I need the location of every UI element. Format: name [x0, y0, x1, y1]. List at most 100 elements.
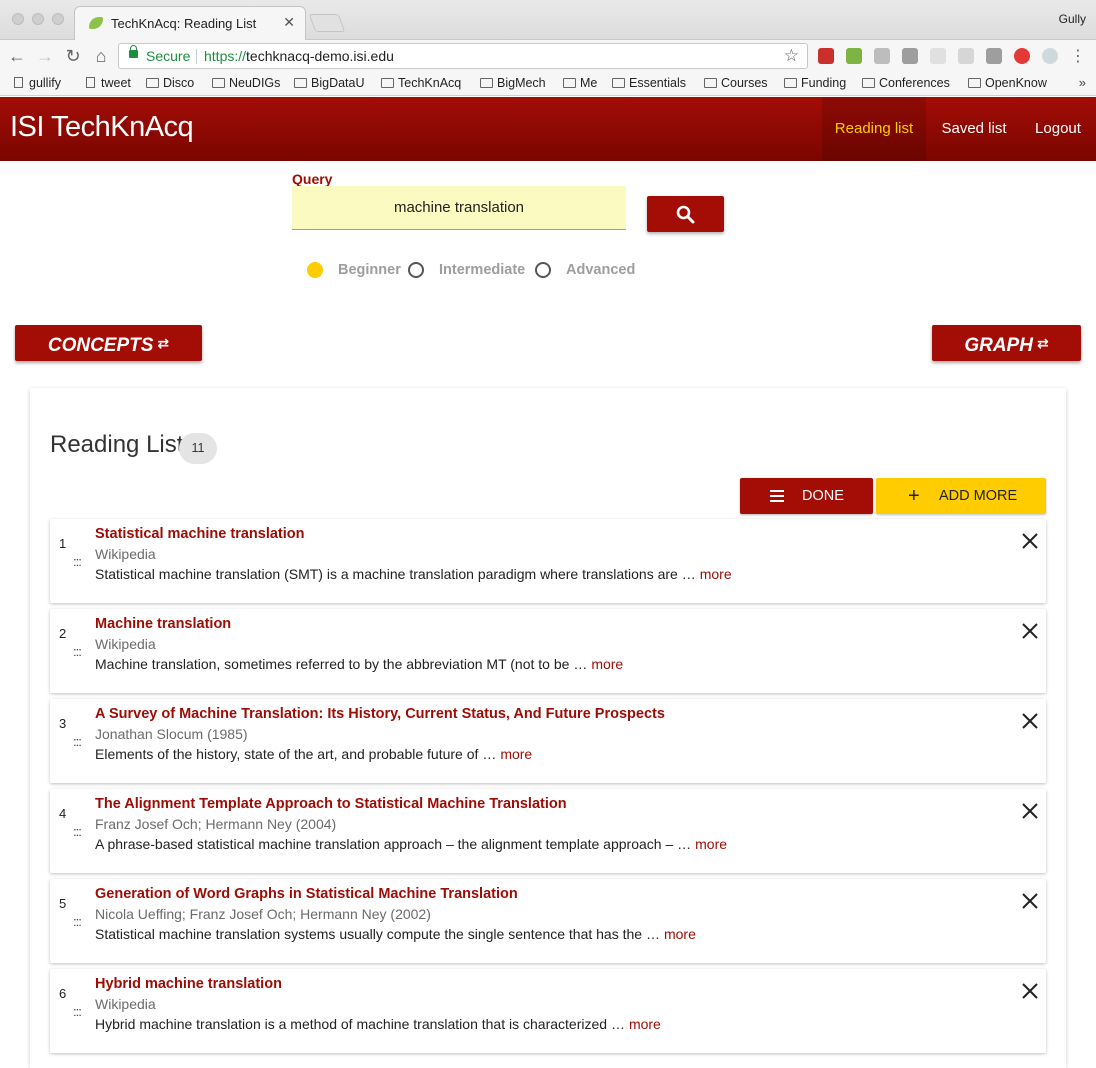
browser-tab-active[interactable]: TechKnAcq: Reading List ✕ — [74, 6, 306, 40]
remove-item-close-icon[interactable] — [1018, 709, 1042, 733]
item-title-link[interactable]: Generation of Word Graphs in Statistical… — [95, 886, 518, 902]
bookmark-openknow[interactable]: OpenKnow — [968, 76, 1047, 90]
concepts-button[interactable]: CONCEPTS ⇄ — [15, 325, 202, 361]
item-summary: Statistical machine translation (SMT) is… — [95, 566, 732, 582]
remove-item-close-icon[interactable] — [1018, 799, 1042, 823]
item-more-link[interactable]: more — [500, 746, 532, 762]
drag-handle-icon[interactable]: ::: — [73, 1004, 82, 1019]
item-more-link[interactable]: more — [700, 566, 732, 582]
app-brand[interactable]: ISI TechKnAcq — [10, 111, 194, 144]
bookmark-essentials[interactable]: Essentials — [612, 76, 686, 90]
bookmark-tweet[interactable]: tweet — [86, 76, 131, 90]
level-advanced-label[interactable]: Advanced — [566, 262, 635, 278]
drag-handle-icon[interactable]: ::: — [73, 644, 82, 659]
drag-handle-icon[interactable]: ::: — [73, 734, 82, 749]
bookmark-bigmech[interactable]: BigMech — [480, 76, 546, 90]
drag-handle-icon[interactable]: ::: — [73, 554, 82, 569]
nav-logout[interactable]: Logout — [1022, 97, 1094, 161]
add-more-button[interactable]: + ADD MORE — [876, 478, 1046, 514]
tab-close-icon[interactable]: ✕ — [283, 14, 295, 31]
browser-menu-icon[interactable]: ⋮ — [1068, 46, 1088, 66]
graph-button[interactable]: GRAPH ⇄ — [932, 325, 1081, 361]
bookmark-label: Me — [580, 76, 598, 90]
browser-tab-bar: TechKnAcq: Reading List ✕ Gully — [0, 0, 1096, 40]
lock-icon — [129, 45, 138, 58]
item-title-link[interactable]: Machine translation — [95, 616, 231, 632]
calendar-extension-icon[interactable] — [818, 48, 834, 64]
nav-reading-list[interactable]: Reading list — [822, 97, 926, 161]
item-title-link[interactable]: The Alignment Template Approach to Stati… — [95, 796, 567, 812]
bookmark-techknacq[interactable]: TechKnAcq — [381, 76, 461, 90]
plus-icon: + — [908, 485, 920, 507]
secure-label: Secure — [146, 48, 191, 64]
cast-extension-icon[interactable] — [958, 48, 974, 64]
item-summary: Statistical machine translation systems … — [95, 926, 696, 942]
item-title-link[interactable]: A Survey of Machine Translation: Its His… — [95, 706, 665, 722]
item-more-link[interactable]: more — [664, 926, 696, 942]
bibtex-extension-icon[interactable] — [930, 48, 946, 64]
bookmark-me[interactable]: Me — [563, 76, 597, 90]
bookmark-label: Courses — [721, 76, 768, 90]
reload-icon[interactable]: ↻ — [63, 46, 83, 67]
reading-list-item[interactable]: 5::: Generation of Word Graphs in Statist… — [50, 879, 1046, 963]
done-button[interactable]: DONE — [740, 478, 873, 514]
reading-list-item[interactable]: 3::: A Survey of Machine Translation: Its… — [50, 699, 1046, 783]
reading-list-item[interactable]: 4::: The Alignment Template Approach to S… — [50, 789, 1046, 873]
bookmark-disco[interactable]: Disco — [146, 76, 194, 90]
back-arrow-icon[interactable]: ← — [7, 46, 27, 67]
level-beginner-label[interactable]: Beginner — [338, 262, 401, 278]
level-intermediate-radio[interactable] — [408, 262, 424, 278]
bookmark-courses[interactable]: Courses — [704, 76, 768, 90]
skype-extension-icon[interactable] — [1042, 48, 1058, 64]
item-source: Wikipedia — [95, 996, 156, 1012]
address-bar[interactable]: Secure https://techknacq-demo.isi.edu ☆ — [118, 43, 808, 69]
bookmark-label: Funding — [801, 76, 847, 90]
level-beginner-radio[interactable] — [307, 262, 323, 278]
forward-arrow-icon[interactable]: → — [35, 46, 55, 67]
remove-item-close-icon[interactable] — [1018, 619, 1042, 643]
bookmark-conferences[interactable]: Conferences — [862, 76, 950, 90]
window-minimize-button[interactable] — [32, 13, 44, 25]
reading-list-item[interactable]: 6::: Hybrid machine translation Wikipedia H… — [50, 969, 1046, 1053]
pocket-extension-icon[interactable] — [902, 48, 918, 64]
evernote-extension-icon[interactable] — [846, 48, 862, 64]
tab-title: TechKnAcq: Reading List — [111, 16, 257, 31]
nav-saved-list[interactable]: Saved list — [926, 97, 1022, 161]
address-separator — [196, 49, 197, 64]
item-more-link[interactable]: more — [695, 836, 727, 852]
leaf-favicon-icon — [89, 17, 103, 29]
bookmark-neudigs[interactable]: NeuDIGs — [212, 76, 280, 90]
mail-extension-icon[interactable] — [1014, 48, 1030, 64]
profile-name[interactable]: Gully — [1059, 12, 1086, 26]
bookmark-label: NeuDIGs — [229, 76, 281, 90]
home-icon[interactable]: ⌂ — [91, 46, 111, 67]
bookmarks-overflow-icon[interactable]: » — [1079, 75, 1086, 90]
remove-item-close-icon[interactable] — [1018, 529, 1042, 553]
item-more-link[interactable]: more — [591, 656, 623, 672]
item-title-link[interactable]: Statistical machine translation — [95, 526, 305, 542]
level-intermediate-label[interactable]: Intermediate — [439, 262, 525, 278]
drag-handle-icon[interactable]: ::: — [73, 914, 82, 929]
bookmark-star-icon[interactable]: ☆ — [784, 46, 799, 66]
bookmark-bigdatau[interactable]: BigDataU — [294, 76, 365, 90]
reader-extension-icon[interactable] — [874, 48, 890, 64]
item-ellipsis: … — [573, 656, 588, 672]
remove-item-close-icon[interactable] — [1018, 889, 1042, 913]
new-tab-button[interactable] — [308, 14, 346, 32]
item-more-link[interactable]: more — [629, 1016, 661, 1032]
window-zoom-button[interactable] — [52, 13, 64, 25]
drag-handle-icon[interactable]: ::: — [73, 824, 82, 839]
address-url[interactable]: https://techknacq-demo.isi.edu — [204, 48, 394, 64]
window-close-button[interactable] — [12, 13, 24, 25]
folder-icon — [146, 78, 159, 88]
remove-item-close-icon[interactable] — [1018, 979, 1042, 1003]
pulse-extension-icon[interactable] — [986, 48, 1002, 64]
bookmark-funding[interactable]: Funding — [784, 76, 846, 90]
search-button[interactable] — [647, 196, 724, 232]
reading-list-item[interactable]: 1::: Statistical machine translation Wikip… — [50, 519, 1046, 603]
reading-list-item[interactable]: 2::: Machine translation Wikipedia Machine … — [50, 609, 1046, 693]
level-advanced-radio[interactable] — [535, 262, 551, 278]
bookmark-gullify[interactable]: gullify — [14, 76, 61, 90]
item-title-link[interactable]: Hybrid machine translation — [95, 976, 282, 992]
query-input[interactable] — [292, 186, 626, 230]
